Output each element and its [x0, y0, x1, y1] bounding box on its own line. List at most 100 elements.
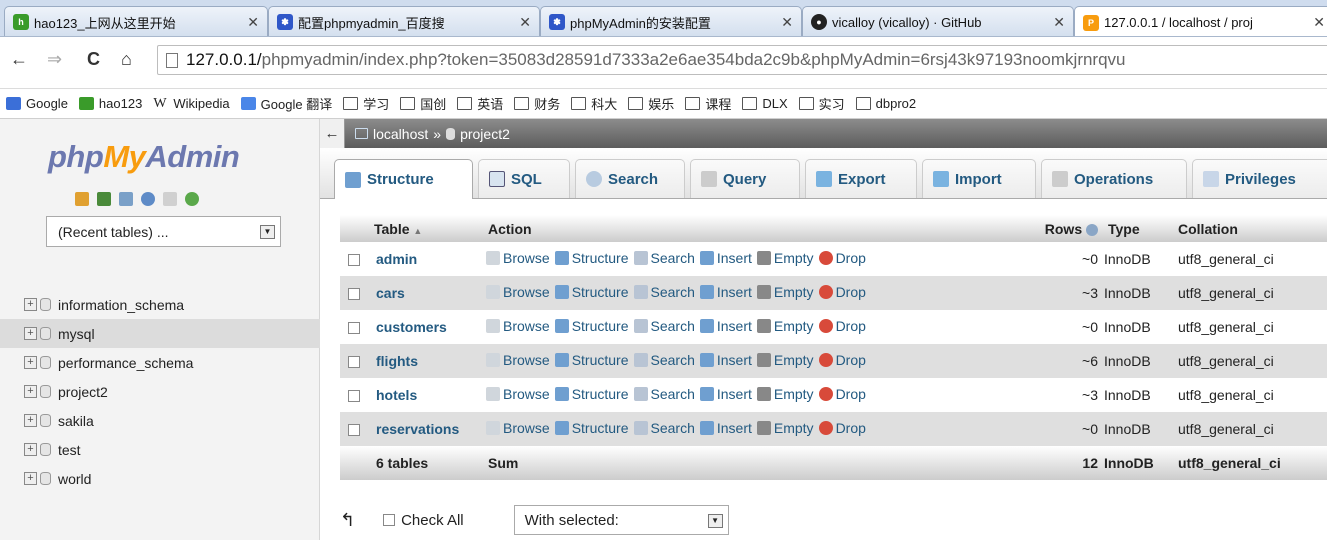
- expand-icon[interactable]: +: [24, 298, 37, 311]
- bookmark-wikipedia[interactable]: W Wikipedia: [153, 96, 229, 112]
- action-structure-link[interactable]: Structure: [554, 318, 629, 334]
- tab-import[interactable]: Import: [922, 159, 1036, 198]
- logout-icon[interactable]: [97, 192, 111, 206]
- action-empty-link[interactable]: Empty: [756, 386, 814, 402]
- action-search-link[interactable]: Search: [633, 352, 695, 368]
- action-structure-link[interactable]: Structure: [554, 352, 629, 368]
- table-name[interactable]: reservations: [370, 412, 484, 446]
- tab-export[interactable]: Export: [805, 159, 917, 198]
- expand-icon[interactable]: +: [24, 385, 37, 398]
- browser-tab-hao123[interactable]: h hao123_上网从这里开始 ✕: [4, 6, 268, 36]
- expand-icon[interactable]: +: [24, 356, 37, 369]
- tab-query[interactable]: Query: [690, 159, 800, 198]
- bookmark-folder[interactable]: 科大: [571, 94, 617, 113]
- action-search-link[interactable]: Search: [633, 318, 695, 334]
- table-name[interactable]: hotels: [370, 378, 484, 412]
- action-search-link[interactable]: Search: [633, 250, 695, 266]
- bookmark-folder[interactable]: 英语: [457, 94, 503, 113]
- action-drop-link[interactable]: Drop: [818, 318, 866, 334]
- row-checkbox[interactable]: [348, 288, 360, 301]
- bookmark-google[interactable]: Google: [6, 96, 68, 111]
- help-icon[interactable]: [141, 192, 155, 206]
- tab-structure[interactable]: Structure: [334, 159, 473, 199]
- browser-tab-baidu-1[interactable]: ✽ 配置phpmyadmin_百度搜 ✕: [268, 6, 540, 36]
- table-name[interactable]: cars: [370, 276, 484, 310]
- row-checkbox[interactable]: [348, 254, 360, 267]
- home-icon[interactable]: ⌂: [121, 49, 132, 70]
- phpmyadmin-logo[interactable]: phpMyAdmin: [48, 139, 240, 175]
- help-icon[interactable]: [1086, 223, 1098, 236]
- bookmark-folder[interactable]: 娱乐: [628, 94, 674, 113]
- action-search-link[interactable]: Search: [633, 420, 695, 436]
- database-item[interactable]: + test: [0, 435, 320, 464]
- reload-icon[interactable]: C: [87, 49, 100, 70]
- table-name[interactable]: admin: [370, 242, 484, 276]
- expand-icon[interactable]: +: [24, 443, 37, 456]
- tab-operations[interactable]: Operations: [1041, 159, 1187, 198]
- collapse-arrow-icon[interactable]: ←: [320, 119, 345, 148]
- action-insert-link[interactable]: Insert: [699, 250, 752, 266]
- bookmark-folder[interactable]: 学习: [343, 94, 389, 113]
- expand-icon[interactable]: +: [24, 327, 37, 340]
- close-icon[interactable]: ✕: [519, 14, 531, 31]
- expand-icon[interactable]: +: [24, 472, 37, 485]
- breadcrumb-database[interactable]: project2: [460, 126, 510, 142]
- bookmark-folder[interactable]: 课程: [685, 94, 731, 113]
- bookmark-hao123[interactable]: hao123: [78, 96, 142, 111]
- url-input[interactable]: 127.0.0.1/ phpmyadmin/index.php?token=35…: [157, 45, 1327, 75]
- table-name[interactable]: customers: [370, 310, 484, 344]
- database-item[interactable]: + sakila: [0, 406, 320, 435]
- action-insert-link[interactable]: Insert: [699, 386, 752, 402]
- home-icon[interactable]: [75, 192, 89, 206]
- query-window-icon[interactable]: [119, 192, 133, 206]
- forward-arrow-icon[interactable]: ⇒: [47, 49, 62, 70]
- row-checkbox[interactable]: [348, 424, 360, 437]
- documentation-icon[interactable]: [163, 192, 177, 206]
- action-browse-link[interactable]: Browse: [486, 284, 550, 300]
- action-structure-link[interactable]: Structure: [554, 420, 629, 436]
- expand-icon[interactable]: +: [24, 414, 37, 427]
- row-checkbox[interactable]: [348, 322, 360, 335]
- browser-tab-pma[interactable]: P 127.0.0.1 / localhost / proj ✕: [1074, 6, 1327, 36]
- row-checkbox[interactable]: [348, 390, 360, 403]
- database-item[interactable]: + mysql: [0, 319, 320, 348]
- bookmark-folder[interactable]: 国创: [400, 94, 446, 113]
- back-arrow-icon[interactable]: ←: [10, 49, 28, 70]
- browser-tab-baidu-2[interactable]: ✽ phpMyAdmin的安装配置 ✕: [540, 6, 802, 36]
- bookmark-google-translate[interactable]: Google 翻译: [240, 94, 332, 113]
- close-icon[interactable]: ✕: [781, 14, 793, 31]
- database-item[interactable]: + project2: [0, 377, 320, 406]
- action-insert-link[interactable]: Insert: [699, 284, 752, 300]
- close-icon[interactable]: ✕: [1313, 14, 1325, 31]
- action-drop-link[interactable]: Drop: [818, 420, 866, 436]
- action-empty-link[interactable]: Empty: [756, 318, 814, 334]
- tab-privileges[interactable]: Privileges: [1192, 159, 1327, 198]
- action-browse-link[interactable]: Browse: [486, 250, 550, 266]
- close-icon[interactable]: ✕: [1053, 14, 1065, 31]
- action-browse-link[interactable]: Browse: [486, 386, 550, 402]
- bookmark-folder[interactable]: 实习: [798, 94, 845, 113]
- tab-sql[interactable]: SQL: [478, 159, 570, 198]
- tab-search[interactable]: Search: [575, 159, 685, 198]
- action-drop-link[interactable]: Drop: [818, 284, 866, 300]
- browser-tab-github[interactable]: ● vicalloy (vicalloy) · GitHub ✕: [802, 6, 1074, 36]
- action-insert-link[interactable]: Insert: [699, 318, 752, 334]
- check-all-label[interactable]: Check All: [401, 512, 464, 529]
- reload-icon[interactable]: [185, 192, 199, 206]
- header-table[interactable]: Table ▲: [370, 215, 484, 242]
- database-item[interactable]: + world: [0, 464, 320, 493]
- action-empty-link[interactable]: Empty: [756, 420, 814, 436]
- action-search-link[interactable]: Search: [633, 386, 695, 402]
- table-name[interactable]: flights: [370, 344, 484, 378]
- action-drop-link[interactable]: Drop: [818, 352, 866, 368]
- row-checkbox[interactable]: [348, 356, 360, 369]
- action-browse-link[interactable]: Browse: [486, 318, 550, 334]
- action-drop-link[interactable]: Drop: [818, 386, 866, 402]
- action-search-link[interactable]: Search: [633, 284, 695, 300]
- action-structure-link[interactable]: Structure: [554, 386, 629, 402]
- action-empty-link[interactable]: Empty: [756, 284, 814, 300]
- action-browse-link[interactable]: Browse: [486, 420, 550, 436]
- bookmark-folder[interactable]: DLX: [742, 96, 788, 111]
- database-item[interactable]: + information_schema: [0, 290, 320, 319]
- action-insert-link[interactable]: Insert: [699, 420, 752, 436]
